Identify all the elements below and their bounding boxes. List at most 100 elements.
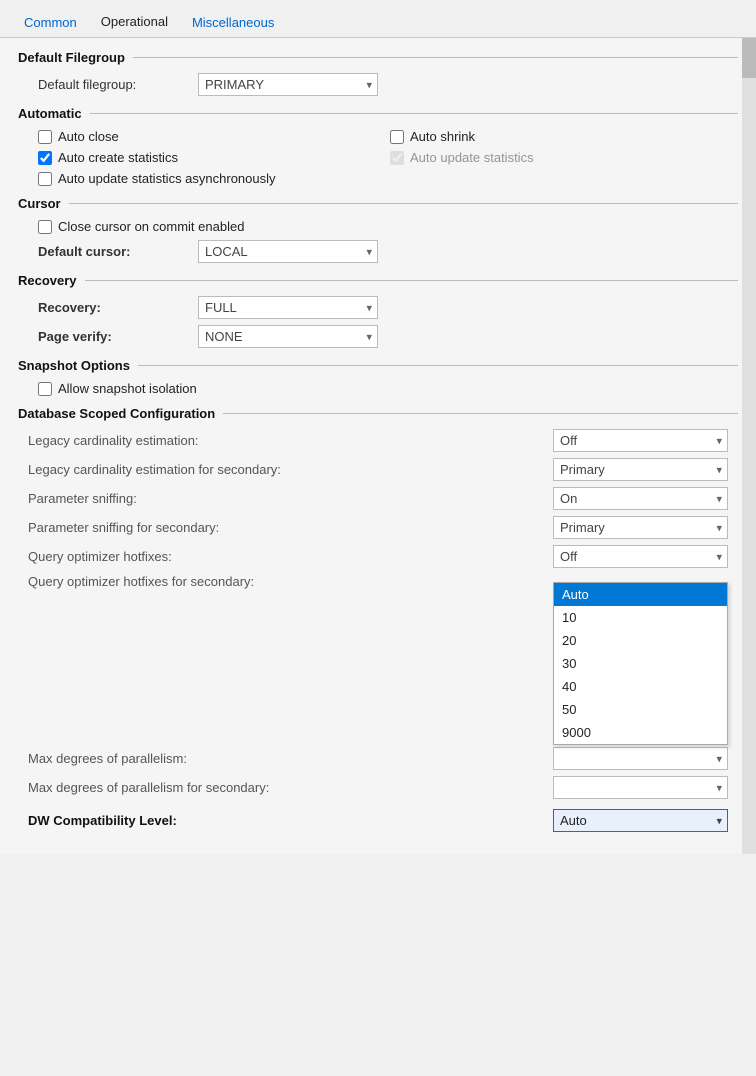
- db-scoped-label-7: Max degrees of parallelism for secondary…: [28, 780, 553, 795]
- db-scoped-row-7: Max degrees of parallelism for secondary…: [18, 776, 738, 799]
- recovery-select[interactable]: FULL: [198, 296, 378, 319]
- default-filegroup-label: Default filegroup:: [38, 77, 198, 92]
- db-scoped-select-3[interactable]: Primary: [553, 516, 728, 539]
- scrollbar-thumb[interactable]: [742, 38, 756, 78]
- dropdown-overlay-5: Auto 10 20 30 40 50 9000: [553, 582, 728, 745]
- page-verify-row: Page verify: NONE: [18, 325, 738, 348]
- dw-compat-select[interactable]: Auto: [553, 809, 728, 832]
- checkbox-auto-close-input[interactable]: [38, 130, 52, 144]
- page-verify-label: Page verify:: [38, 329, 198, 344]
- db-scoped-label-5: Query optimizer hotfixes for secondary:: [28, 574, 553, 589]
- dw-compat-select-wrapper: Auto: [553, 809, 728, 832]
- checkbox-auto-close[interactable]: Auto close: [38, 129, 386, 144]
- db-scoped-label-2: Parameter sniffing:: [28, 491, 553, 506]
- checkbox-close-cursor-input[interactable]: [38, 220, 52, 234]
- checkbox-auto-close-label: Auto close: [58, 129, 119, 144]
- db-scoped-label-3: Parameter sniffing for secondary:: [28, 520, 553, 535]
- scrollbar[interactable]: [742, 38, 756, 854]
- db-scoped-row-3: Parameter sniffing for secondary: Primar…: [18, 516, 738, 539]
- tab-operational[interactable]: Operational: [89, 8, 180, 37]
- recovery-select-wrapper: FULL: [198, 296, 378, 319]
- db-scoped-select-wrapper-2: On: [553, 487, 728, 510]
- dropdown-item-20[interactable]: 20: [554, 629, 727, 652]
- db-scoped-select-wrapper-1: Primary: [553, 458, 728, 481]
- db-scoped-row-2: Parameter sniffing: On: [18, 487, 738, 510]
- db-scoped-row-0: Legacy cardinality estimation: Off: [18, 429, 738, 452]
- dropdown-item-10[interactable]: 10: [554, 606, 727, 629]
- main-content: Default Filegroup Default filegroup: PRI…: [0, 38, 756, 854]
- db-scoped-label-4: Query optimizer hotfixes:: [28, 549, 553, 564]
- checkbox-close-cursor[interactable]: Close cursor on commit enabled: [38, 219, 244, 234]
- page-verify-select-wrapper: NONE: [198, 325, 378, 348]
- page-verify-select[interactable]: NONE: [198, 325, 378, 348]
- section-automatic: Automatic Auto close Auto shrink Auto cr…: [18, 106, 738, 186]
- section-header-automatic: Automatic: [18, 106, 738, 121]
- section-header-cursor: Cursor: [18, 196, 738, 211]
- db-scoped-select-0[interactable]: Off: [553, 429, 728, 452]
- db-scoped-select-wrapper-3: Primary: [553, 516, 728, 539]
- db-scoped-label-1: Legacy cardinality estimation for second…: [28, 462, 553, 477]
- section-recovery: Recovery Recovery: FULL Page verify: NON…: [18, 273, 738, 348]
- default-cursor-select-wrapper: LOCAL: [198, 240, 378, 263]
- dropdown-item-50[interactable]: 50: [554, 698, 727, 721]
- db-scoped-select-wrapper-7: [553, 776, 728, 799]
- db-scoped-row-4: Query optimizer hotfixes: Off: [18, 545, 738, 568]
- dw-compat-label: DW Compatibility Level:: [28, 813, 553, 828]
- checkbox-auto-shrink-label: Auto shrink: [410, 129, 475, 144]
- checkbox-auto-update-stats-label: Auto update statistics: [410, 150, 534, 165]
- dropdown-item-auto[interactable]: Auto: [554, 583, 727, 606]
- default-filegroup-select[interactable]: PRIMARY: [198, 73, 378, 96]
- checkbox-auto-update-stats-input: [390, 151, 404, 165]
- tab-common[interactable]: Common: [12, 8, 89, 37]
- db-scoped-select-1[interactable]: Primary: [553, 458, 728, 481]
- section-default-filegroup: Default Filegroup Default filegroup: PRI…: [18, 50, 738, 96]
- checkbox-snapshot-isolation-label: Allow snapshot isolation: [58, 381, 197, 396]
- checkbox-auto-create-stats[interactable]: Auto create statistics: [38, 150, 386, 165]
- default-cursor-select[interactable]: LOCAL: [198, 240, 378, 263]
- checkbox-auto-update-async[interactable]: Auto update statistics asynchronously: [38, 171, 276, 186]
- dropdown-item-40[interactable]: 40: [554, 675, 727, 698]
- checkbox-auto-create-stats-input[interactable]: [38, 151, 52, 165]
- checkbox-auto-update-stats: Auto update statistics: [390, 150, 738, 165]
- default-filegroup-row: Default filegroup: PRIMARY: [18, 73, 738, 96]
- section-cursor: Cursor Close cursor on commit enabled De…: [18, 196, 738, 263]
- db-scoped-select-6[interactable]: [553, 747, 728, 770]
- section-header-recovery: Recovery: [18, 273, 738, 288]
- default-filegroup-select-wrapper: PRIMARY: [198, 73, 378, 96]
- checkbox-snapshot-isolation-input[interactable]: [38, 382, 52, 396]
- db-scoped-select-4[interactable]: Off: [553, 545, 728, 568]
- db-scoped-select-wrapper-4: Off: [553, 545, 728, 568]
- checkbox-close-cursor-label: Close cursor on commit enabled: [58, 219, 244, 234]
- cursor-checkbox-row: Close cursor on commit enabled: [18, 219, 738, 234]
- section-header-snapshot: Snapshot Options: [18, 358, 738, 373]
- tab-miscellaneous[interactable]: Miscellaneous: [180, 8, 286, 37]
- recovery-row: Recovery: FULL: [18, 296, 738, 319]
- snapshot-checkbox-row: Allow snapshot isolation: [18, 381, 738, 396]
- checkbox-auto-shrink-input[interactable]: [390, 130, 404, 144]
- checkbox-snapshot-isolation[interactable]: Allow snapshot isolation: [38, 381, 197, 396]
- db-scoped-label-0: Legacy cardinality estimation:: [28, 433, 553, 448]
- db-scoped-select-wrapper-0: Off: [553, 429, 728, 452]
- db-scoped-select-wrapper-6: [553, 747, 728, 770]
- checkbox-auto-update-async-label: Auto update statistics asynchronously: [58, 171, 276, 186]
- dropdown-item-9000[interactable]: 9000: [554, 721, 727, 744]
- db-scoped-row-6: Max degrees of parallelism:: [18, 747, 738, 770]
- section-dw-compat: DW Compatibility Level: Auto: [18, 809, 738, 832]
- db-scoped-row-1: Legacy cardinality estimation for second…: [18, 458, 738, 481]
- automatic-checkboxes-row2: Auto create statistics Auto update stati…: [18, 150, 738, 165]
- tab-bar: Common Operational Miscellaneous: [0, 0, 756, 38]
- section-db-scoped: Database Scoped Configuration Legacy car…: [18, 406, 738, 799]
- db-scoped-label-6: Max degrees of parallelism:: [28, 751, 553, 766]
- checkbox-auto-shrink[interactable]: Auto shrink: [390, 129, 738, 144]
- section-snapshot: Snapshot Options Allow snapshot isolatio…: [18, 358, 738, 396]
- automatic-checkboxes-row3: Auto update statistics asynchronously: [18, 171, 738, 186]
- db-scoped-select-7[interactable]: [553, 776, 728, 799]
- db-scoped-row-5: Query optimizer hotfixes for secondary: …: [18, 574, 738, 589]
- dropdown-item-30[interactable]: 30: [554, 652, 727, 675]
- db-scoped-select-2[interactable]: On: [553, 487, 728, 510]
- default-cursor-row: Default cursor: LOCAL: [18, 240, 738, 263]
- default-cursor-label: Default cursor:: [38, 244, 198, 259]
- section-header-default-filegroup: Default Filegroup: [18, 50, 738, 65]
- section-header-db-scoped: Database Scoped Configuration: [18, 406, 738, 421]
- checkbox-auto-update-async-input[interactable]: [38, 172, 52, 186]
